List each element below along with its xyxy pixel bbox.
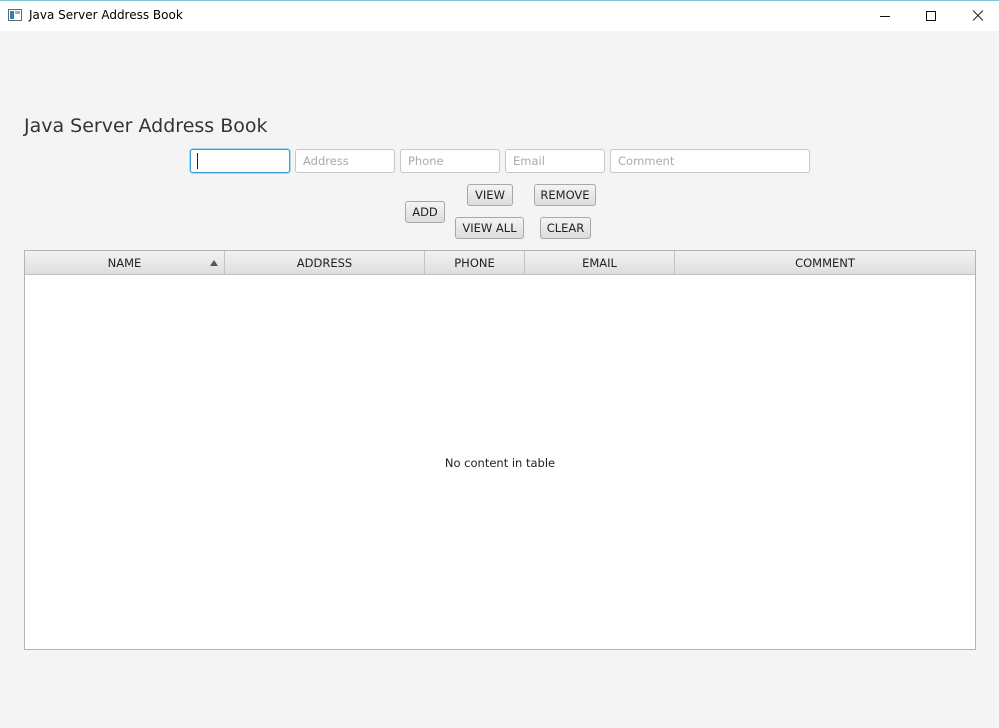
close-icon[interactable] — [954, 1, 999, 31]
column-header-email[interactable]: EMAIL — [525, 251, 675, 274]
comment-input[interactable] — [610, 149, 810, 173]
title-bar[interactable]: Java Server Address Book — [0, 1, 999, 31]
minimize-icon[interactable] — [862, 1, 908, 31]
column-header-address[interactable]: ADDRESS — [225, 251, 425, 274]
column-header-comment[interactable]: COMMENT — [675, 251, 975, 274]
clear-button[interactable]: CLEAR — [540, 217, 591, 239]
add-button[interactable]: ADD — [405, 201, 445, 223]
page-title: Java Server Address Book — [24, 115, 268, 137]
maximize-icon[interactable] — [908, 1, 954, 31]
view-all-button[interactable]: VIEW ALL — [455, 217, 524, 239]
address-input[interactable] — [295, 149, 395, 173]
name-input[interactable] — [190, 149, 290, 173]
empty-table-message: No content in table — [444, 456, 556, 470]
phone-input[interactable] — [400, 149, 500, 173]
address-table[interactable]: NAME ADDRESS PHONE EMAIL COMMENT No cont… — [24, 250, 976, 650]
remove-button[interactable]: REMOVE — [534, 184, 596, 206]
app-window-icon — [8, 9, 22, 21]
column-header-phone[interactable]: PHONE — [425, 251, 525, 274]
column-header-name[interactable]: NAME — [25, 251, 225, 274]
email-input[interactable] — [505, 149, 605, 173]
view-button[interactable]: VIEW — [467, 184, 513, 206]
sort-ascending-icon — [210, 260, 218, 266]
table-header: NAME ADDRESS PHONE EMAIL COMMENT — [25, 251, 975, 275]
window-title: Java Server Address Book — [29, 8, 183, 22]
column-header-label: NAME — [107, 256, 142, 270]
text-caret — [197, 153, 198, 169]
app-window: Java Server Address Book Java Server Add… — [0, 0, 999, 728]
